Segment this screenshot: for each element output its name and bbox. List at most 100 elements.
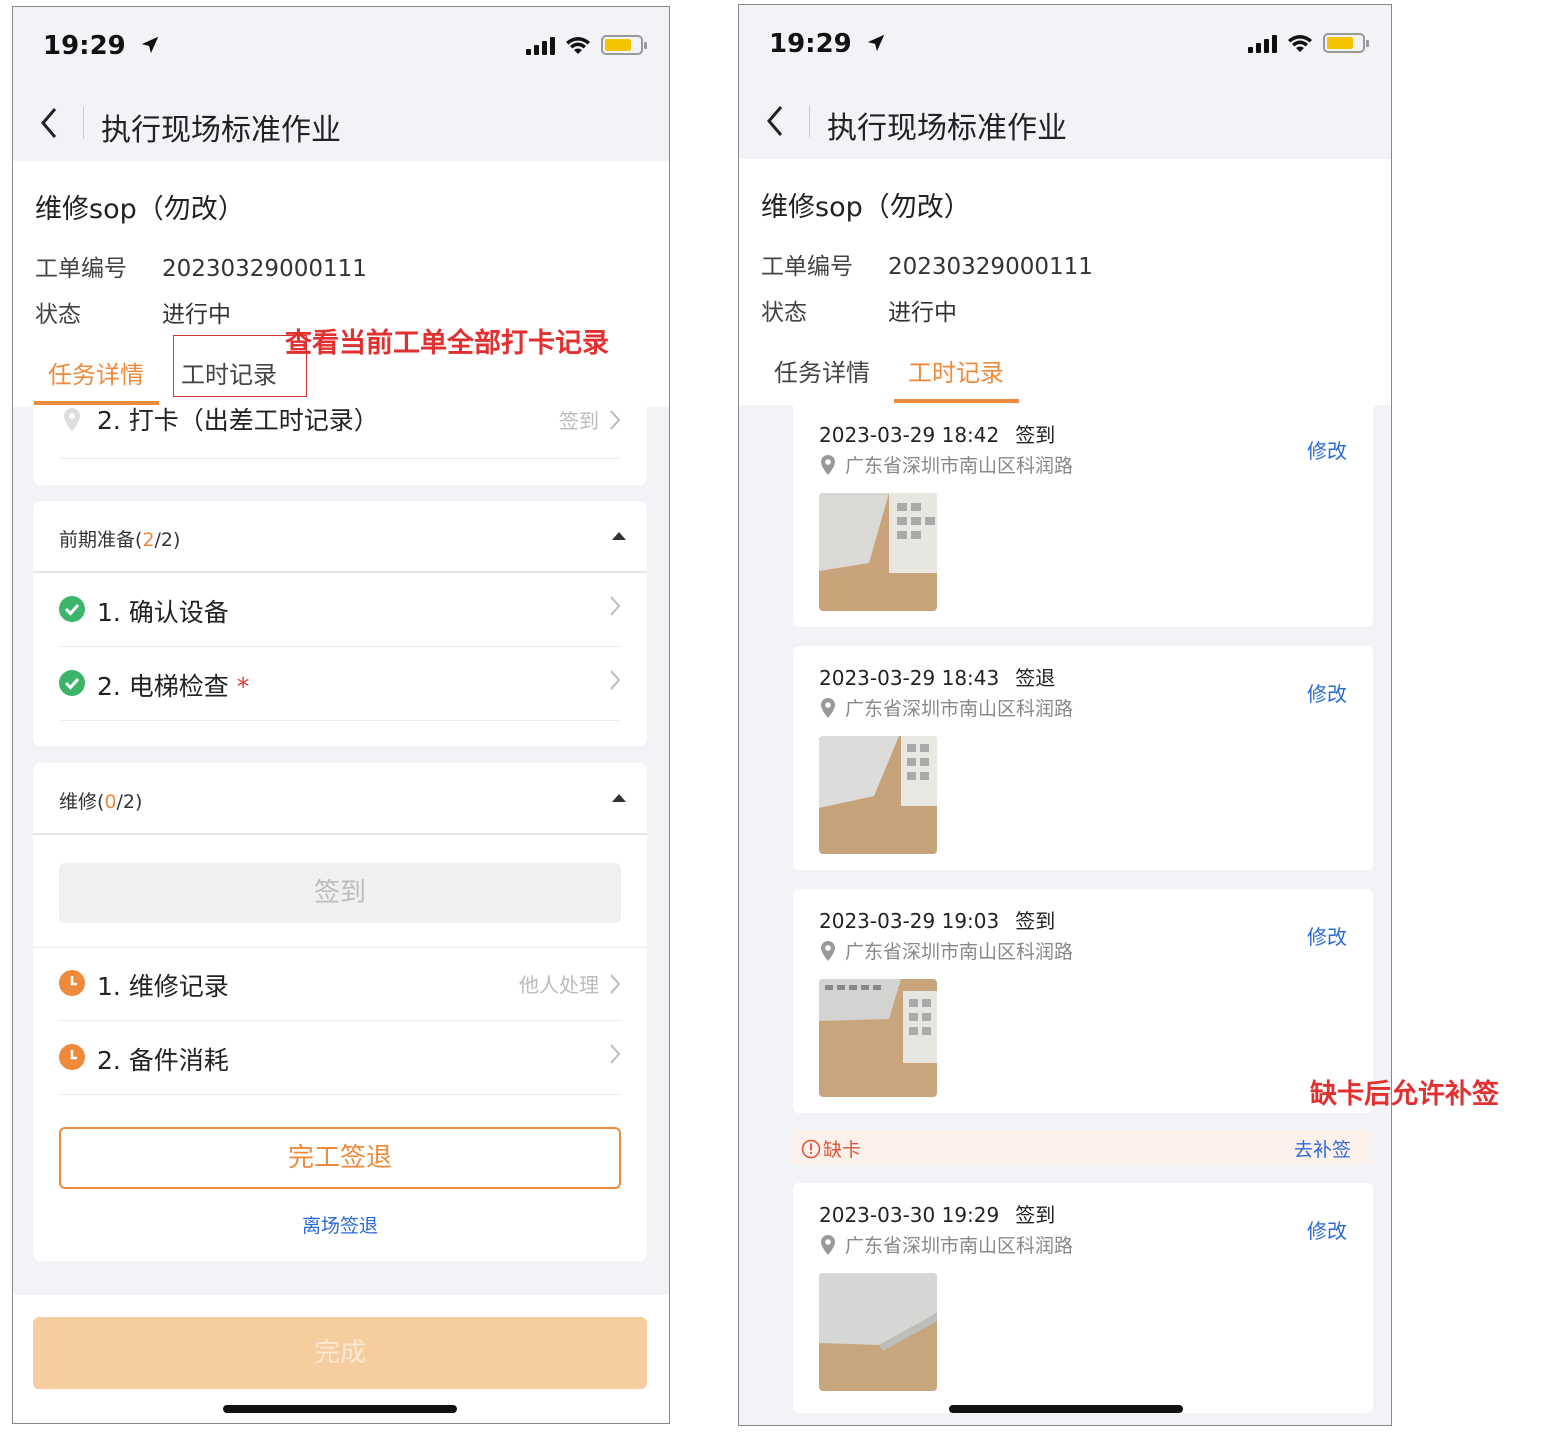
nav-divider (83, 107, 84, 139)
record-photo[interactable] (819, 493, 937, 611)
list-item[interactable]: 2. 备件消耗 (59, 1021, 621, 1095)
back-chevron-icon[interactable] (763, 103, 787, 139)
check-circle-icon (59, 596, 85, 622)
record-title: 2023-03-29 18:42 签到 (819, 419, 1055, 448)
group-header[interactable]: 前期准备(2/2) (33, 501, 647, 573)
order-number-label: 工单编号 (35, 256, 127, 282)
record-photo[interactable] (819, 1273, 937, 1391)
item-status-text: 签到 (559, 409, 599, 433)
location-pin-icon (821, 1234, 835, 1255)
group-card-repair: 维修(0/2) 签到 1. 维修记录 他人处理 2. 备件消耗 完工签退 离场签… (33, 763, 647, 1261)
record-location: 广东省深圳市南山区科润路 (845, 1235, 1074, 1257)
order-number-row: 工单编号 20230329000111 (35, 249, 367, 283)
order-status-label: 状态 (35, 302, 81, 328)
record-card: 2023-03-29 19:03 签到 广东省深圳市南山区科润路 修改 (793, 889, 1373, 1113)
group-done-count: 2 (142, 529, 155, 551)
edit-link[interactable]: 修改 (1307, 1215, 1347, 1244)
edit-link[interactable]: 修改 (1307, 678, 1347, 707)
location-pin-icon (821, 940, 835, 961)
location-pin-icon (821, 697, 835, 718)
tab-work-hours[interactable]: 工时记录 (894, 353, 1019, 403)
group-header[interactable]: 维修(0/2) (33, 763, 647, 835)
status-bar: 19:29 (13, 7, 669, 87)
annotation-view-all-records: 查看当前工单全部打卡记录 (285, 328, 609, 359)
record-datetime: 2023-03-29 19:03 (819, 909, 1000, 933)
list-item-checkin[interactable]: 2. 打卡（出差工时记录） 签到 (59, 395, 621, 459)
record-location: 广东省深圳市南山区科润路 (845, 455, 1074, 477)
make-up-checkin-link[interactable]: 去补签 (1294, 1135, 1351, 1162)
edit-link[interactable]: 修改 (1307, 921, 1347, 950)
caret-up-icon[interactable] (611, 531, 627, 541)
record-datetime: 2023-03-29 18:43 (819, 666, 1000, 690)
record-photo[interactable] (819, 979, 937, 1097)
group-title: 前期准备(2/2) (59, 529, 181, 551)
chevron-right-icon (610, 973, 621, 994)
status-bar: 19:29 (739, 5, 1391, 85)
home-indicator (949, 1405, 1183, 1413)
record-card: 2023-03-30 19:29 签到 广东省深圳市南山区科润路 修改 (793, 1183, 1373, 1413)
record-location: 广东省深圳市南山区科润路 (845, 941, 1074, 963)
order-header: 维修sop（勿改） 工单编号 20230329000111 状态 进行中 任务详情 … (739, 159, 1391, 405)
item-label: 2. 打卡（出差工时记录） (97, 406, 379, 435)
order-header: 维修sop（勿改） 工单编号 20230329000111 状态 进行中 任务详情 … (13, 161, 669, 407)
home-indicator (223, 1405, 457, 1413)
chevron-right-icon (610, 409, 621, 430)
item-label: 1. 确认设备 (97, 598, 229, 627)
order-status-value: 进行中 (162, 302, 231, 328)
back-chevron-icon[interactable] (37, 105, 61, 141)
order-name: 维修sop（勿改） (35, 194, 245, 225)
record-kind: 签到 (1015, 909, 1056, 933)
edit-link[interactable]: 修改 (1307, 435, 1347, 464)
annotation-allow-make-up: 缺卡后允许补签 (1310, 1079, 1499, 1110)
list-item[interactable]: 1. 确认设备 (59, 573, 621, 647)
battery-charging-icon (1323, 33, 1369, 53)
order-status-value: 进行中 (888, 300, 957, 326)
list-item[interactable]: 1. 维修记录 他人处理 (59, 947, 621, 1021)
missing-label: 缺卡 (823, 1139, 862, 1161)
record-location: 广东省深圳市南山区科润路 (845, 698, 1074, 720)
record-kind: 签到 (1015, 423, 1056, 447)
item-label: 2. 电梯检查 * (97, 672, 250, 701)
tab-bar: 任务详情 工时记录 (739, 339, 1391, 405)
required-star: * (236, 672, 250, 701)
check-circle-icon (59, 670, 85, 696)
nav-bar: 执行现场标准作业 (13, 87, 669, 161)
location-pin-icon (64, 408, 80, 431)
nav-bar: 执行现场标准作业 (739, 85, 1391, 159)
list-item[interactable]: 2. 电梯检查 * (59, 647, 621, 721)
item-label: 2. 备件消耗 (97, 1046, 229, 1075)
wifi-icon (1288, 35, 1312, 52)
battery-charging-icon (601, 35, 647, 55)
location-pin-icon (821, 454, 835, 475)
page-title: 执行现场标准作业 (101, 113, 341, 148)
finish-button[interactable]: 完成 (33, 1317, 647, 1389)
item-status-text: 他人处理 (519, 973, 599, 997)
clock-icon (59, 970, 85, 996)
order-number-value: 20230329000111 (162, 256, 367, 282)
order-number-value: 20230329000111 (888, 254, 1093, 280)
item-label: 1. 维修记录 (97, 972, 229, 1001)
wifi-icon (566, 37, 590, 54)
tab-task-details[interactable]: 任务详情 (760, 353, 885, 403)
order-number-label: 工单编号 (761, 254, 853, 280)
complete-checkout-button[interactable]: 完工签退 (59, 1127, 621, 1189)
record-photo[interactable] (819, 736, 937, 854)
page-title: 执行现场标准作业 (827, 111, 1067, 146)
phone-screen-work-hours: 19:29 执行现场标准作业 维修sop（勿改） 工单编号 20230329000… (738, 4, 1392, 1426)
leave-checkout-link[interactable]: 离场签退 (33, 1211, 647, 1238)
record-title: 2023-03-29 18:43 签退 (819, 662, 1055, 691)
group-card-preparation: 前期准备(2/2) 1. 确认设备 2. 电梯检查 * (33, 501, 647, 746)
record-kind: 签退 (1015, 666, 1056, 690)
location-arrow-icon (141, 36, 159, 54)
clock-icon (59, 1044, 85, 1070)
order-status-row: 状态 进行中 (35, 295, 231, 329)
cellular-signal-icon (526, 35, 555, 55)
checkin-button[interactable]: 签到 (59, 863, 621, 923)
status-time: 19:29 (43, 31, 126, 61)
chevron-right-icon (610, 1044, 621, 1064)
record-kind: 签到 (1015, 1203, 1056, 1227)
caret-up-icon[interactable] (611, 793, 627, 803)
chevron-right-icon (610, 670, 621, 690)
order-number-row: 工单编号 20230329000111 (761, 247, 1093, 281)
record-card: 2023-03-29 18:42 签到 广东省深圳市南山区科润路 修改 (793, 403, 1373, 627)
